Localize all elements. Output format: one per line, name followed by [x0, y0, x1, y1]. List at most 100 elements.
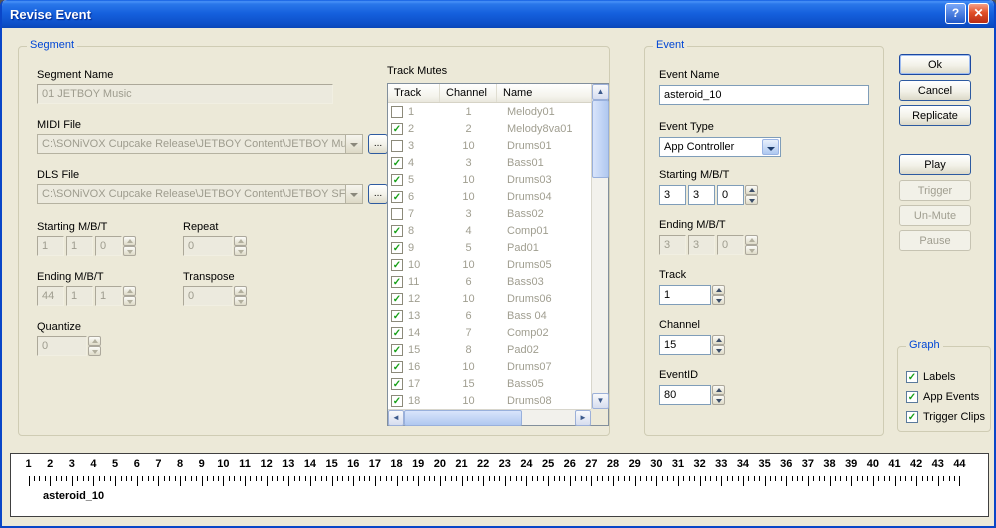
track-mutes-row[interactable]: 73Bass02	[388, 205, 591, 222]
column-header-track[interactable]: Track	[388, 84, 440, 102]
ruler-tick	[191, 476, 192, 481]
graph-option-trigger-clips[interactable]: ✓Trigger Clips	[906, 409, 985, 425]
graph-option-app-events[interactable]: ✓App Events	[906, 389, 979, 405]
track-mutes-row[interactable]: 11Melody01	[388, 103, 591, 120]
scroll-right-icon[interactable]: ►	[575, 410, 591, 426]
spinner-up-icon[interactable]	[712, 385, 725, 395]
track-mutes-rows: 11Melody01✓22Melody8va01310Drums01✓43Bas…	[388, 103, 591, 409]
mute-checkbox[interactable]: ✓	[391, 259, 403, 271]
track-mutes-row[interactable]: ✓510Drums03	[388, 171, 591, 188]
cancel-button[interactable]: Cancel	[899, 80, 971, 101]
vertical-scroll-thumb[interactable]	[592, 100, 609, 178]
track-mutes-row[interactable]: ✓1715Bass05	[388, 375, 591, 392]
dls-file-label: DLS File	[37, 169, 79, 181]
mute-checkbox[interactable]: ✓	[391, 225, 403, 237]
spinner-down-icon[interactable]	[712, 395, 725, 405]
track-mutes-row[interactable]: ✓22Melody8va01	[388, 120, 591, 137]
checkbox-icon[interactable]: ✓	[906, 411, 918, 423]
mute-checkbox[interactable]: ✓	[391, 361, 403, 373]
midi-browse-button[interactable]: ...	[368, 134, 388, 154]
ruler-tick	[954, 476, 955, 481]
mute-checkbox[interactable]	[391, 140, 403, 152]
event-type-dropdown[interactable]: App Controller	[659, 137, 781, 157]
mute-checkbox[interactable]: ✓	[391, 293, 403, 305]
track-input[interactable]: 1	[659, 285, 711, 305]
mute-checkbox[interactable]: ✓	[391, 191, 403, 203]
track-mutes-row[interactable]: 310Drums01	[388, 137, 591, 154]
spinner-down-icon[interactable]	[712, 295, 725, 305]
track-mutes-row[interactable]: ✓147Comp02	[388, 324, 591, 341]
channel-number: 10	[440, 395, 497, 407]
mute-checkbox[interactable]: ✓	[391, 276, 403, 288]
vertical-scrollbar[interactable]: ▲ ▼	[591, 84, 608, 409]
timeline-event-label[interactable]: asteroid_10	[43, 490, 104, 502]
ruler-tick	[29, 476, 30, 486]
ruler-number: 12	[261, 458, 273, 470]
graph-option-label: Labels	[923, 371, 955, 383]
horizontal-scroll-thumb[interactable]	[404, 410, 522, 426]
checkbox-icon[interactable]: ✓	[906, 371, 918, 383]
track-mutes-row[interactable]: ✓158Pad02	[388, 341, 591, 358]
column-header-channel[interactable]: Channel	[440, 84, 497, 102]
ruler[interactable]: asteroid_10 1234567891011121314151617181…	[10, 453, 989, 517]
mute-checkbox[interactable]: ✓	[391, 157, 403, 169]
track-mutes-row[interactable]: ✓1610Drums07	[388, 358, 591, 375]
track-mutes-row[interactable]: ✓95Pad01	[388, 239, 591, 256]
track-mutes-row[interactable]: ✓136Bass 04	[388, 307, 591, 324]
ruler-number: 5	[112, 458, 118, 470]
mute-checkbox[interactable]: ✓	[391, 174, 403, 186]
mute-checkbox[interactable]: ✓	[391, 395, 403, 407]
track-mutes-row[interactable]: ✓84Comp01	[388, 222, 591, 239]
ruler-tick	[732, 476, 733, 481]
spinner-down-icon[interactable]	[745, 195, 758, 205]
track-mutes-row[interactable]: ✓116Bass03	[388, 273, 591, 290]
ok-button[interactable]: Ok	[899, 54, 971, 75]
mute-checkbox[interactable]: ✓	[391, 310, 403, 322]
mute-checkbox[interactable]	[391, 106, 403, 118]
eventid-input[interactable]: 80	[659, 385, 711, 405]
track-name: Comp02	[497, 327, 591, 339]
segment-starting-spinner	[123, 236, 136, 256]
spinner-up-icon[interactable]	[712, 285, 725, 295]
event-starting-measure[interactable]: 3	[659, 185, 686, 205]
track-mutes-row[interactable]: ✓610Drums04	[388, 188, 591, 205]
dropdown-arrow-icon[interactable]	[762, 139, 779, 155]
spinner-up-icon[interactable]	[712, 335, 725, 345]
horizontal-scrollbar[interactable]: ◄ ►	[388, 409, 591, 425]
scroll-left-icon[interactable]: ◄	[388, 410, 404, 426]
scroll-up-icon[interactable]: ▲	[592, 84, 609, 100]
track-mutes-row[interactable]: ✓1010Drums05	[388, 256, 591, 273]
column-header-name[interactable]: Name	[497, 84, 591, 102]
mute-checkbox[interactable]	[391, 208, 403, 220]
play-button[interactable]: Play	[899, 154, 971, 175]
mute-checkbox[interactable]: ✓	[391, 378, 403, 390]
ruler-tick	[213, 476, 214, 481]
track-mutes-row[interactable]: ✓1210Drums06	[388, 290, 591, 307]
spinner-down-icon[interactable]	[712, 345, 725, 355]
track-mutes-row[interactable]: ✓43Bass01	[388, 154, 591, 171]
event-starting-tick[interactable]: 0	[717, 185, 744, 205]
ruler-tick	[618, 476, 619, 481]
help-button[interactable]: ?	[945, 3, 966, 24]
event-name-input[interactable]: asteroid_10	[659, 85, 869, 105]
replicate-button[interactable]: Replicate	[899, 105, 971, 126]
mute-checkbox[interactable]: ✓	[391, 123, 403, 135]
ruler-tick	[121, 476, 122, 481]
mute-checkbox[interactable]: ✓	[391, 242, 403, 254]
titlebar: Revise Event ? ✕	[2, 0, 994, 28]
ruler-tick	[245, 476, 246, 486]
spinner-up-icon[interactable]	[745, 185, 758, 195]
track-mutes-row[interactable]: ✓1810Drums08	[388, 392, 591, 409]
mute-checkbox[interactable]: ✓	[391, 327, 403, 339]
channel-input[interactable]: 15	[659, 335, 711, 355]
graph-option-labels[interactable]: ✓ Labels	[906, 369, 955, 385]
checkbox-icon[interactable]: ✓	[906, 391, 918, 403]
mute-checkbox[interactable]: ✓	[391, 344, 403, 356]
scroll-down-icon[interactable]: ▼	[592, 393, 609, 409]
ruler-number: 37	[802, 458, 814, 470]
ruler-tick	[916, 476, 917, 486]
event-starting-beat[interactable]: 3	[688, 185, 715, 205]
dls-browse-button[interactable]: ...	[368, 184, 388, 204]
close-button[interactable]: ✕	[968, 3, 989, 24]
ruler-tick	[927, 476, 928, 481]
